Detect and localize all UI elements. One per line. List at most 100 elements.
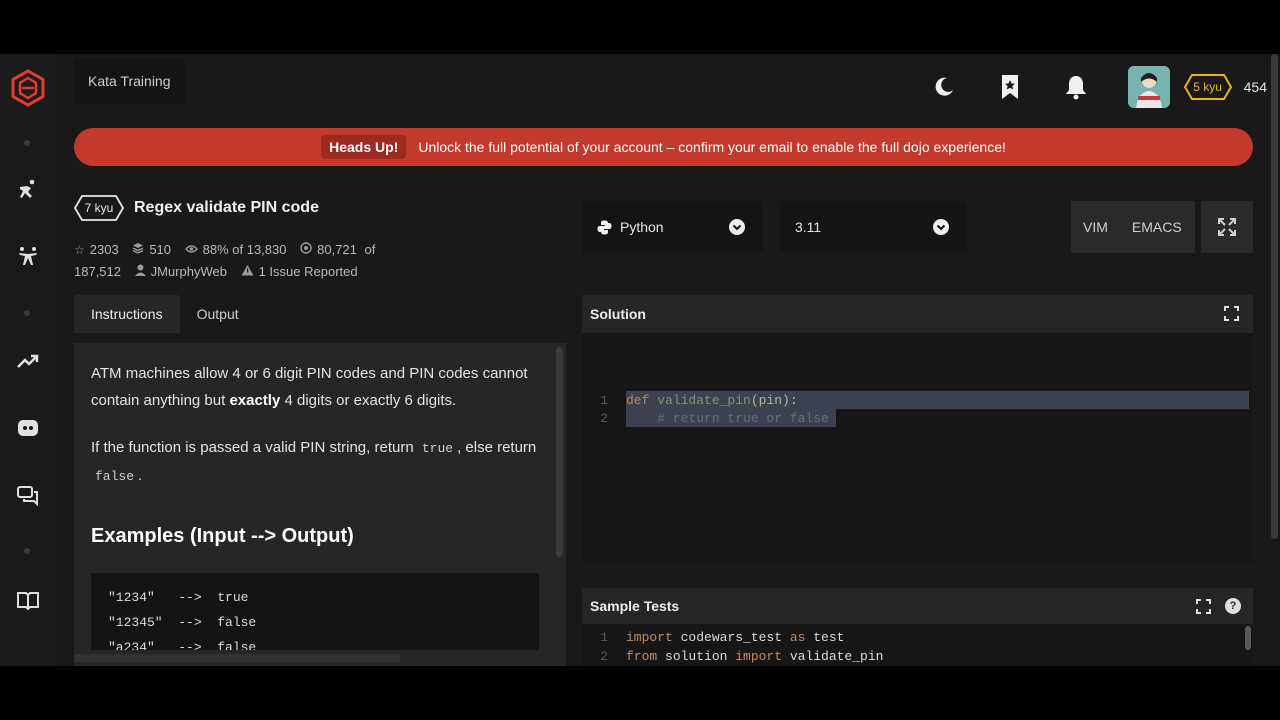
completed-count: 80,721 bbox=[317, 242, 357, 257]
code-line: 1 import codewars_test as test bbox=[582, 628, 1253, 646]
code-line: 1 def validate_pin(pin): bbox=[582, 391, 1253, 409]
sample-tests-header: Sample Tests ? bbox=[582, 588, 1253, 624]
instructions-paragraph: ATM machines allow 4 or 6 digit PIN code… bbox=[91, 360, 540, 414]
code-text: # return true or false bbox=[626, 410, 829, 426]
bell-icon[interactable] bbox=[1062, 73, 1090, 101]
page-scrollbar[interactable] bbox=[1271, 54, 1278, 539]
sample-tests-title: Sample Tests bbox=[590, 598, 680, 614]
rank-badge[interactable]: 5 kyu bbox=[1183, 74, 1232, 100]
instructions-text: If the function is passed a valid PIN st… bbox=[91, 439, 418, 456]
email-confirmation-banner[interactable]: Heads Up! Unlock the full potential of y… bbox=[74, 128, 1253, 166]
sidebar-item-docs-icon[interactable] bbox=[14, 586, 42, 614]
stat-completed: 80,721 bbox=[300, 239, 357, 261]
tab-output[interactable]: Output bbox=[180, 295, 256, 333]
stars-count: 2303 bbox=[89, 242, 119, 257]
code-line: 2 # return true or false bbox=[582, 409, 1253, 427]
solution-title: Solution bbox=[590, 306, 646, 322]
codewars-logo-icon[interactable] bbox=[8, 68, 48, 108]
language-select[interactable]: Python bbox=[582, 201, 763, 253]
stat-satisfaction: 88% of 13,830 bbox=[184, 239, 287, 261]
line-number: 2 bbox=[600, 410, 608, 426]
kyu-label: 7 kyu bbox=[84, 201, 114, 215]
instructions-emphasis: exactly bbox=[229, 392, 281, 409]
tab-instructions[interactable]: Instructions bbox=[74, 295, 180, 333]
code-line: 2 from solution import validate_pin bbox=[582, 647, 1253, 665]
kyu-badge: 7 kyu bbox=[74, 195, 124, 221]
stat-stars[interactable]: ☆ 2303 bbox=[74, 239, 119, 261]
target-icon bbox=[300, 239, 312, 261]
examples-heading: Examples (Input --> Output) bbox=[91, 525, 354, 547]
solution-header: Solution bbox=[582, 295, 1253, 333]
layers-icon bbox=[132, 239, 144, 261]
inline-code: false bbox=[95, 469, 135, 484]
star-icon: ☆ bbox=[74, 243, 85, 257]
stat-collections[interactable]: 510 bbox=[132, 239, 171, 261]
code-text: import codewars_test as test bbox=[626, 629, 845, 645]
sample-tests-editor[interactable]: 1 import codewars_test as test 2 from so… bbox=[582, 624, 1253, 666]
expand-icon[interactable] bbox=[1196, 599, 1211, 614]
avatar[interactable] bbox=[1127, 66, 1170, 108]
rank-label: 5 kyu bbox=[1193, 80, 1222, 94]
line-number: 1 bbox=[600, 629, 608, 645]
instructions-text: 4 digits or exactly 6 digits. bbox=[280, 392, 457, 409]
satisfaction-rating: 88% of 13,830 bbox=[202, 242, 287, 257]
tests-scrollbar[interactable] bbox=[1245, 626, 1251, 650]
inline-code: true bbox=[421, 441, 454, 456]
chevron-down-icon bbox=[729, 219, 745, 235]
stat-author[interactable]: JMurphyWeb bbox=[134, 261, 227, 283]
breadcrumb: Kata Training bbox=[74, 58, 185, 104]
sidebar-item-leaderboards-icon[interactable] bbox=[14, 347, 42, 375]
completed-of-label: of bbox=[364, 242, 376, 257]
solution-editor[interactable]: 1 def validate_pin(pin): 2 # return true… bbox=[582, 333, 1253, 563]
python-icon bbox=[597, 220, 612, 235]
eye-icon bbox=[184, 239, 198, 261]
kata-title[interactable]: Regex validate PIN code bbox=[134, 199, 319, 217]
sidebar-dot bbox=[24, 140, 30, 146]
sidebar-item-discord-icon[interactable] bbox=[14, 414, 42, 442]
code-text: def validate_pin(pin): bbox=[626, 392, 798, 408]
stat-issues[interactable]: 1 Issue Reported bbox=[241, 261, 358, 283]
instructions-text: , else return bbox=[457, 439, 537, 456]
honor-points: 454 bbox=[1243, 79, 1267, 95]
editor-mode-toggle: VIM EMACS bbox=[1071, 201, 1195, 253]
banner-message: Unlock the full potential of your accoun… bbox=[418, 139, 1006, 155]
instructions-paragraph: If the function is passed a valid PIN st… bbox=[91, 434, 540, 490]
sidebar-dot bbox=[24, 548, 30, 554]
vim-mode-button[interactable]: VIM bbox=[1071, 219, 1120, 235]
emacs-mode-button[interactable]: EMACS bbox=[1120, 219, 1194, 235]
kata-stats: ☆ 2303 510 88% of 13,830 80,721 of 187,5… bbox=[74, 239, 434, 283]
chevron-down-icon bbox=[933, 219, 949, 235]
warning-icon bbox=[241, 261, 254, 283]
sidebar-item-kumite-icon[interactable] bbox=[14, 243, 42, 271]
instruction-tabs: Instructions Output bbox=[74, 295, 256, 333]
top-nav: 5 kyu 454 bbox=[930, 54, 1280, 120]
user-icon bbox=[134, 261, 146, 283]
app-frame: Kata Training 5 kyu 454 Heads Up! Unlock… bbox=[0, 54, 1280, 666]
sidebar-dot bbox=[24, 310, 30, 316]
expand-icon bbox=[1218, 218, 1236, 236]
help-icon[interactable]: ? bbox=[1225, 598, 1241, 614]
kata-header: 7 kyu Regex validate PIN code bbox=[74, 195, 319, 221]
bookmark-icon[interactable] bbox=[996, 73, 1024, 101]
instructions-panel: ATM machines allow 4 or 6 digit PIN code… bbox=[74, 343, 566, 666]
sidebar-item-discussions-icon[interactable] bbox=[14, 482, 42, 510]
completed-total: 187,512 bbox=[74, 264, 121, 279]
author-link: JMurphyWeb bbox=[150, 264, 227, 279]
issues-link: 1 Issue Reported bbox=[258, 264, 358, 279]
moon-icon[interactable] bbox=[930, 73, 958, 101]
line-number: 1 bbox=[600, 392, 608, 408]
scrollbar-thumb[interactable] bbox=[74, 654, 400, 662]
instructions-scrollbar[interactable] bbox=[556, 347, 563, 557]
collections-count: 510 bbox=[149, 242, 172, 257]
language-value: Python bbox=[620, 219, 664, 235]
code-text: from solution import validate_pin bbox=[626, 648, 884, 664]
instructions-horizontal-scrollbar[interactable] bbox=[74, 650, 566, 666]
sidebar-item-practice-icon[interactable] bbox=[14, 176, 42, 204]
version-select[interactable]: 3.11 bbox=[780, 201, 967, 253]
banner-tag: Heads Up! bbox=[321, 135, 407, 159]
fullscreen-button[interactable] bbox=[1201, 201, 1253, 253]
line-number: 2 bbox=[600, 648, 608, 664]
expand-icon[interactable] bbox=[1224, 306, 1239, 321]
version-value: 3.11 bbox=[795, 219, 822, 235]
instructions-text: . bbox=[138, 467, 143, 484]
